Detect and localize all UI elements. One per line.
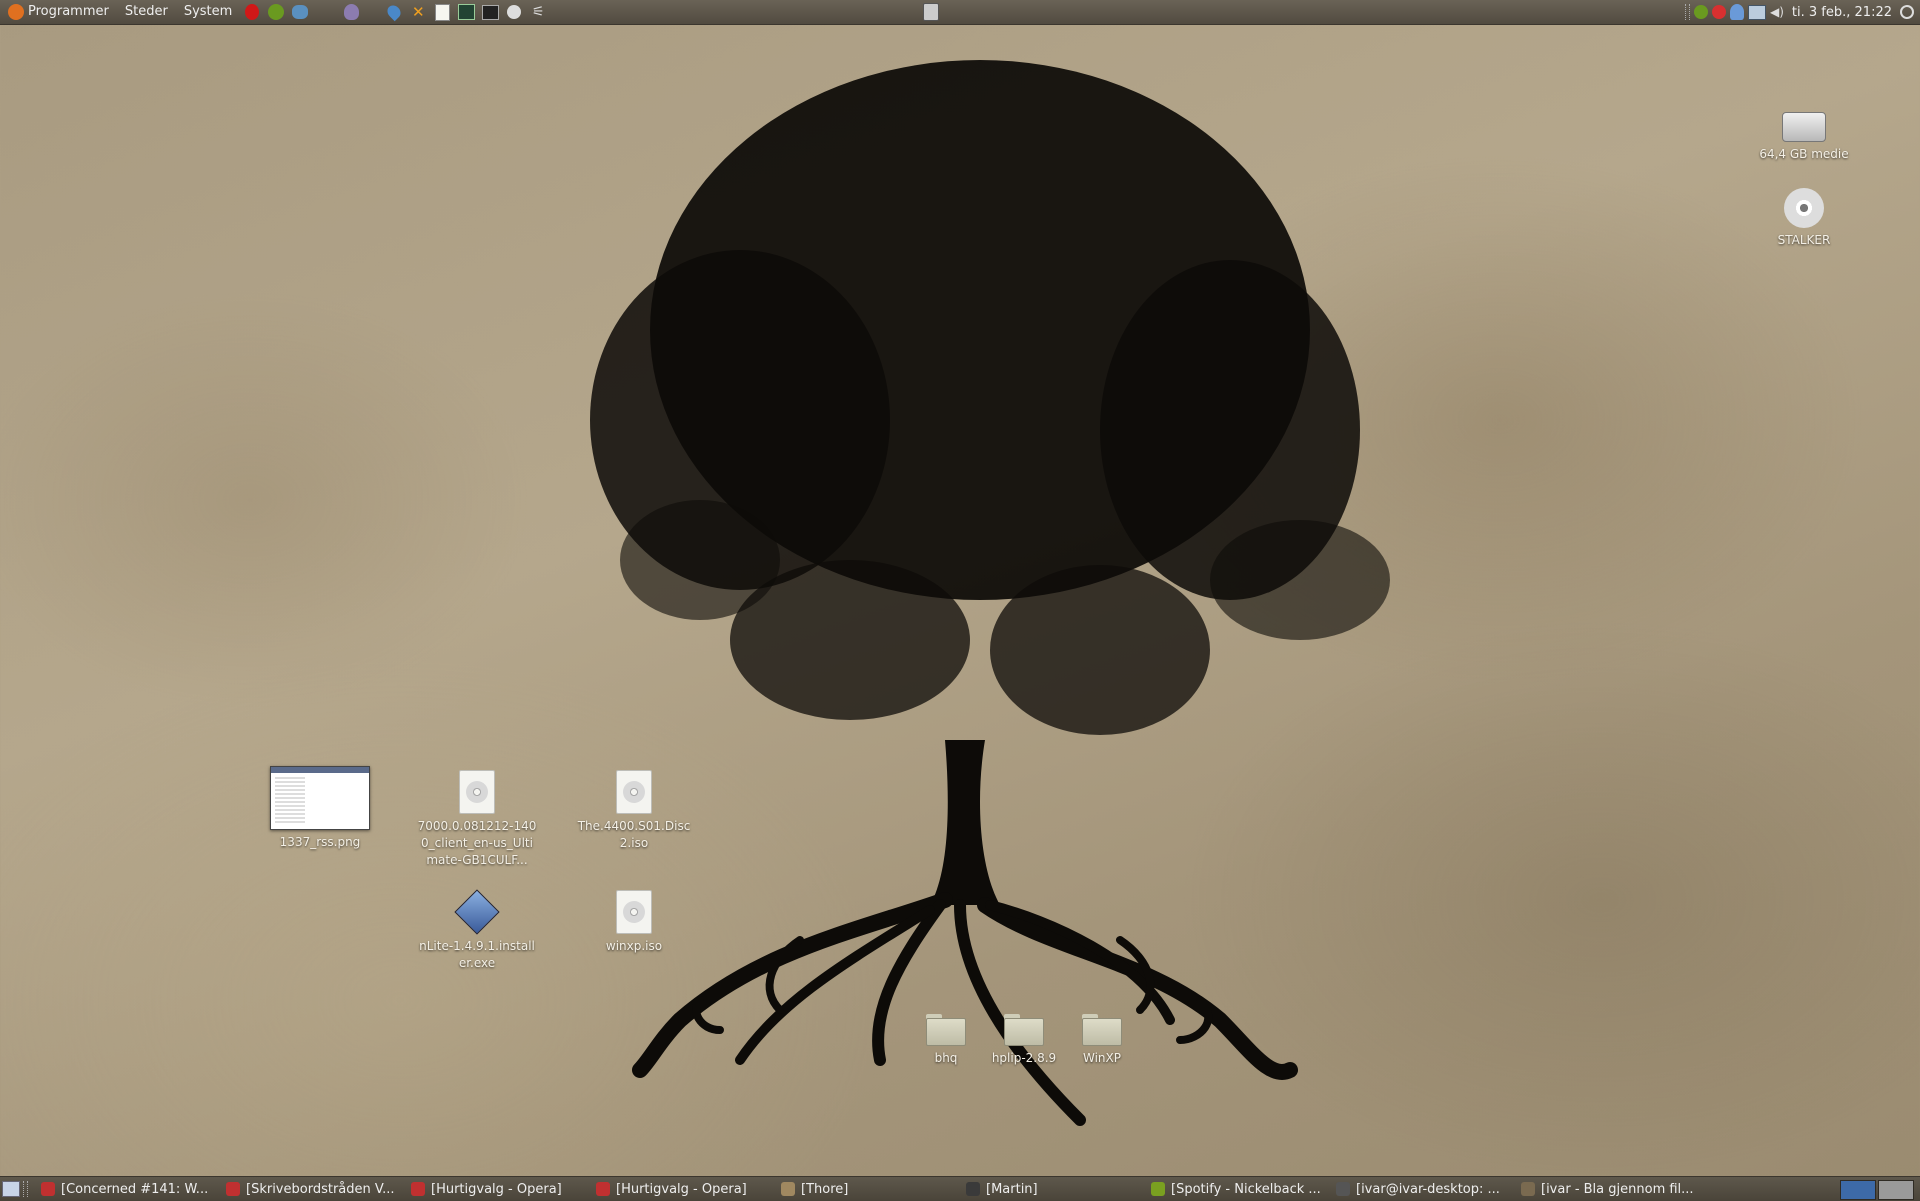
task-concerned[interactable]: [Concerned #141: W... [35, 1178, 218, 1200]
file-winxp-iso[interactable]: winxp.iso [574, 890, 694, 955]
task-terminal[interactable]: [ivar@ivar-desktop: ... [1330, 1178, 1513, 1200]
bottom-panel: [Concerned #141: W... [Skrivebordstråden… [0, 1176, 1920, 1201]
opera-icon[interactable] [243, 3, 261, 21]
file-nlite[interactable]: nLite-1.4.9.1.installer.exe [417, 889, 537, 972]
drop-icon[interactable] [385, 2, 404, 22]
task-label: [Hurtigvalg - Opera] [431, 1181, 562, 1197]
drive-64gb[interactable]: 64,4 GB medie [1744, 112, 1864, 163]
disc-image-icon [616, 770, 652, 814]
drive-label: STALKER [1777, 233, 1831, 247]
folder-icon [1521, 1182, 1535, 1196]
folder-winxp[interactable]: WinXP [1042, 1014, 1162, 1067]
show-desktop-icon[interactable] [2, 1181, 20, 1197]
file-label: winxp.iso [605, 939, 663, 953]
system-monitor-icon[interactable] [457, 3, 475, 21]
terminal-icon[interactable] [481, 3, 499, 21]
opera-icon [41, 1182, 55, 1196]
folder-icon [1004, 1014, 1044, 1046]
spotify-tray-icon[interactable] [1694, 5, 1708, 19]
opera-icon [226, 1182, 240, 1196]
hard-drive-icon [1782, 112, 1826, 142]
volume-icon[interactable]: ◀) [1770, 5, 1784, 19]
task-label: [ivar@ivar-desktop: ... [1356, 1181, 1500, 1197]
task-file-browser[interactable]: [ivar - Bla gjennom fil... [1515, 1178, 1698, 1200]
menu-applications-label: Programmer [28, 4, 109, 19]
menu-system[interactable]: System [176, 0, 240, 24]
pidgin-bird-icon[interactable] [342, 3, 360, 21]
executable-icon [454, 889, 500, 935]
menu-applications[interactable]: Programmer [0, 0, 117, 24]
file-label: nLite-1.4.9.1.installer.exe [419, 939, 535, 970]
spotify-icon [1151, 1182, 1165, 1196]
terminal-icon [1336, 1182, 1350, 1196]
task-label: [Spotify - Nickelback ... [1171, 1181, 1321, 1197]
file-label: The.4400.S01.Disc2.iso [577, 819, 691, 850]
network-tray-icon[interactable] [1748, 4, 1766, 20]
task-label: [Martin] [986, 1181, 1038, 1197]
pidgin-icon[interactable] [291, 3, 309, 21]
menu-places-label: Steder [124, 4, 168, 19]
tray-handle[interactable] [1685, 4, 1690, 20]
task-label: [Concerned #141: W... [61, 1181, 209, 1197]
panel-handle[interactable] [23, 1181, 28, 1197]
clock[interactable]: ti. 3 feb., 21:22 [1788, 5, 1896, 20]
task-skrivebord[interactable]: [Skrivebordstråden V... [220, 1178, 403, 1200]
cd-icon [1784, 188, 1824, 228]
chat-icon [966, 1182, 980, 1196]
top-panel: Programmer Steder System ✕ ⚟ ◀) ti. 3 fe… [0, 0, 1920, 25]
workspace-switcher [1840, 1180, 1914, 1200]
task-hurtigvalg-2[interactable]: [Hurtigvalg - Opera] [590, 1178, 773, 1200]
workspace-2[interactable] [1878, 1180, 1914, 1200]
drive-label: 64,4 GB medie [1759, 147, 1849, 161]
file-7000-client[interactable]: 7000.0.081212-1400_client_en-us_Ultimate… [417, 770, 537, 869]
file-the4400[interactable]: The.4400.S01.Disc2.iso [574, 770, 694, 852]
menu-system-label: System [183, 4, 233, 19]
tools-icon[interactable]: ✕ [409, 3, 427, 21]
task-label: [Hurtigvalg - Opera] [616, 1181, 747, 1197]
drive-stalker[interactable]: STALKER [1744, 188, 1864, 249]
task-thore[interactable]: [Thore] [775, 1178, 958, 1200]
folder-icon [1082, 1014, 1122, 1046]
task-martin[interactable]: [Martin] [960, 1178, 1143, 1200]
task-spotify[interactable]: [Spotify - Nickelback ... [1145, 1178, 1328, 1200]
file-label: 1337_rss.png [279, 835, 361, 849]
opera-icon [596, 1182, 610, 1196]
file-1337-rss[interactable]: 1337_rss.png [260, 766, 380, 851]
folder-icon [926, 1014, 966, 1046]
task-hurtigvalg-1[interactable]: [Hurtigvalg - Opera] [405, 1178, 588, 1200]
folder-label: bhq [934, 1051, 958, 1065]
task-label: [Thore] [801, 1181, 849, 1197]
clipboard-icon[interactable] [923, 3, 939, 21]
file-label: 7000.0.081212-1400_client_en-us_Ultimate… [417, 819, 537, 867]
power-icon[interactable] [1900, 5, 1914, 19]
system-tray: ◀) ti. 3 feb., 21:22 [1685, 0, 1920, 24]
ubuntu-logo-icon [8, 4, 24, 20]
task-label: [ivar - Bla gjennom fil... [1541, 1181, 1694, 1197]
spotify-icon[interactable] [267, 3, 285, 21]
workspace-1[interactable] [1840, 1180, 1876, 1200]
chat-icon [781, 1182, 795, 1196]
user-icon[interactable] [1730, 4, 1744, 20]
disk-icon[interactable] [505, 3, 523, 21]
disc-image-icon [459, 770, 495, 814]
menu-places[interactable]: Steder [117, 0, 176, 24]
network-icon[interactable]: ⚟ [529, 3, 547, 21]
opera-icon [411, 1182, 425, 1196]
opera-tray-icon[interactable] [1712, 5, 1726, 19]
text-editor-icon[interactable] [433, 3, 451, 21]
image-thumbnail [270, 766, 370, 830]
disc-image-icon [616, 890, 652, 934]
folder-label: WinXP [1083, 1051, 1121, 1065]
task-label: [Skrivebordstråden V... [246, 1181, 395, 1197]
